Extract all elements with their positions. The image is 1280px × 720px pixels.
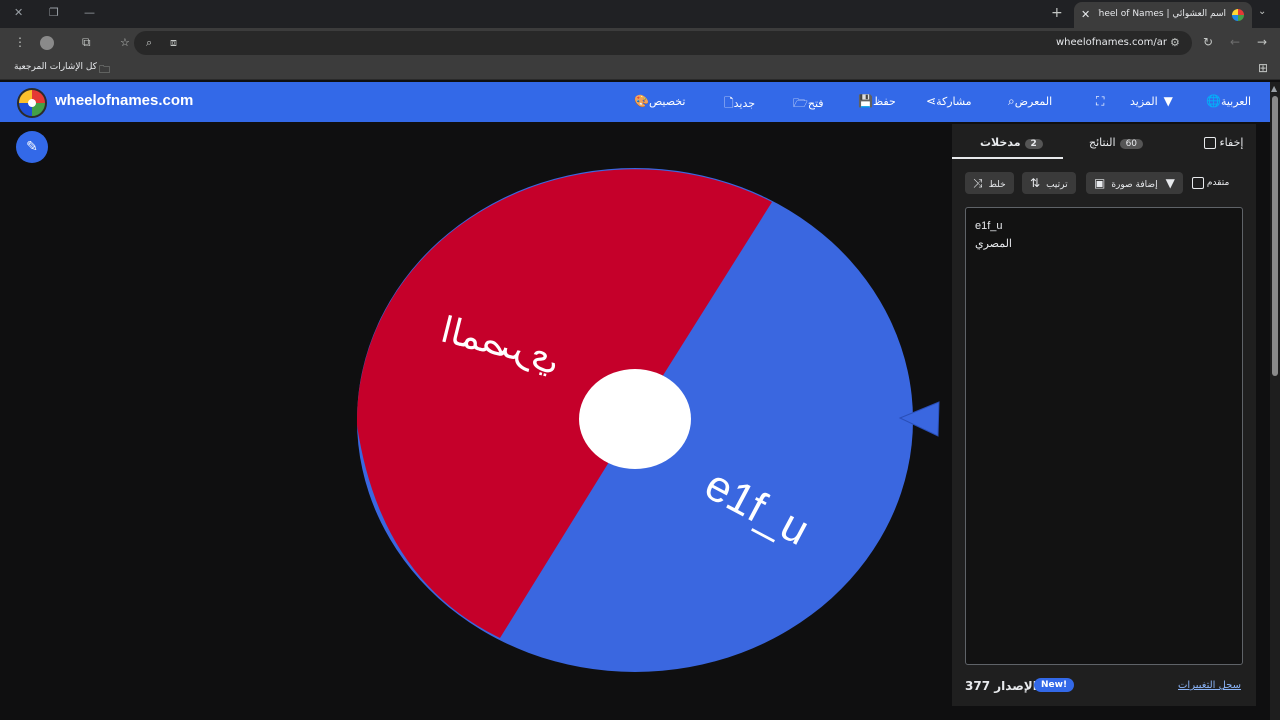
changelog-link[interactable]: سجل التغييرات xyxy=(1178,680,1241,691)
scrollbar-thumb[interactable] xyxy=(1272,96,1278,376)
palette-icon: 🎨 xyxy=(634,94,649,108)
nav-gallery-label: المعرض xyxy=(1014,95,1053,108)
bookmark-star-icon[interactable]: ☆ xyxy=(120,36,130,49)
entries-panel: مدخلات 2 النتائج 60 إخفاء ⤨ خلط ⇅ ترتيب ▣ إضا… xyxy=(952,124,1256,706)
version-label: الإصدار 377 xyxy=(965,679,1037,693)
wheel-hub[interactable] xyxy=(579,369,691,469)
forward-icon[interactable]: → xyxy=(1257,35,1267,49)
address-bar[interactable]: ☆ ⌕ ⧈ wheelofnames.com/ar ⚙ xyxy=(120,31,1192,55)
pencil-icon: ✎ xyxy=(26,139,38,155)
advanced-label: متقدم xyxy=(1206,178,1230,188)
reload-icon[interactable]: ↻ xyxy=(1203,35,1213,49)
site-info-icon[interactable]: ⚙ xyxy=(1170,36,1180,49)
active-tab-indicator xyxy=(952,157,1063,159)
edit-wheel-button[interactable]: ✎ xyxy=(16,131,48,163)
site-header: wheelofnames.com 🎨تخصيص 🗋جديد 🗁فتح 💾حفظ … xyxy=(0,82,1270,122)
shuffle-button[interactable]: ⤨ خلط xyxy=(965,172,1014,194)
extensions-icon[interactable]: ⧉ xyxy=(82,35,91,50)
browser-tabstrip: ✕ ❐ — + ✕ اسم العشوائي | Wheel of Names … xyxy=(0,0,1280,28)
scroll-up-icon[interactable]: ▲ xyxy=(1271,84,1277,93)
window-restore-icon[interactable]: ❐ xyxy=(49,6,59,19)
window-minimize-icon[interactable]: — xyxy=(84,6,95,19)
url-text[interactable]: wheelofnames.com/ar xyxy=(1056,37,1167,48)
tab-close-icon[interactable]: ✕ xyxy=(1081,8,1090,21)
back-icon[interactable]: ← xyxy=(1230,35,1240,49)
browser-tab[interactable]: ✕ اسم العشوائي | Wheel of Names xyxy=(1074,2,1252,28)
tab-entries[interactable]: مدخلات 2 xyxy=(980,136,1043,149)
nav-open-label: فتح xyxy=(807,97,824,110)
nav-new[interactable]: 🗋جديد xyxy=(718,94,755,115)
share-icon: ⋖ xyxy=(926,94,937,108)
apps-grid-icon[interactable]: ⊞ xyxy=(1258,61,1268,75)
document-icon: 🗋 xyxy=(724,96,734,110)
advanced-toggle[interactable]: متقدم xyxy=(1192,172,1229,194)
tab-title: اسم العشوائي | Wheel of Names xyxy=(1098,9,1226,19)
folder-icon[interactable]: 🗀 xyxy=(99,61,110,80)
favicon-icon xyxy=(1232,9,1244,21)
all-bookmarks-label[interactable]: كل الإشارات المرجعية xyxy=(14,62,97,72)
sort-icon: ⇅ xyxy=(1030,176,1041,190)
sort-button[interactable]: ⇅ ترتيب xyxy=(1022,172,1076,194)
hide-checkbox[interactable] xyxy=(1204,137,1216,149)
browser-toolbar: ⋮ ⧉ ☆ ⌕ ⧈ wheelofnames.com/ar ⚙ ↻ ← → xyxy=(0,28,1280,58)
entry-line[interactable]: e1f_u xyxy=(975,217,1233,235)
new-badge: New! xyxy=(1034,678,1075,692)
page-scrollbar[interactable]: ▲ xyxy=(1270,82,1280,720)
zoom-icon[interactable]: ⌕ xyxy=(146,36,152,50)
shuffle-label: خلط xyxy=(988,180,1006,190)
nav-new-label: جديد xyxy=(733,97,756,110)
tab-results[interactable]: النتائج 60 xyxy=(1089,136,1144,149)
nav-share[interactable]: ⋖مشاركة xyxy=(920,94,972,108)
nav-save[interactable]: 💾حفظ xyxy=(852,94,896,108)
nav-open[interactable]: 🗁فتح xyxy=(787,94,824,115)
nav-customize[interactable]: 🎨تخصيص xyxy=(628,94,685,108)
wheel-of-names[interactable] xyxy=(350,160,950,680)
results-count-badge: 60 xyxy=(1119,139,1144,149)
advanced-checkbox[interactable] xyxy=(1192,176,1204,189)
add-image-label: إضافة صورة xyxy=(1111,180,1158,190)
save-icon: 💾 xyxy=(858,94,873,108)
nav-gallery[interactable]: ⌕المعرض xyxy=(1002,94,1052,109)
nav-customize-label: تخصيص xyxy=(648,95,686,108)
panel-footer: الإصدار 377 New! سجل التغييرات xyxy=(952,676,1256,696)
search-icon: ⌕ xyxy=(1008,94,1015,108)
image-icon: ▣ xyxy=(1094,176,1106,190)
shuffle-icon: ⤨ xyxy=(973,176,983,190)
window-close-icon[interactable]: ✕ xyxy=(14,6,23,19)
nav-share-label: مشاركة xyxy=(936,95,972,108)
panel-tabs: مدخلات 2 النتائج 60 إخفاء xyxy=(952,124,1256,160)
nav-save-label: حفظ xyxy=(872,95,896,108)
bookmarks-bar: كل الإشارات المرجعية 🗀 ⊞ xyxy=(0,58,1280,80)
tab-entries-label: مدخلات xyxy=(980,136,1021,149)
entries-textarea[interactable]: e1f_u المصري xyxy=(965,207,1243,665)
fullscreen-button[interactable]: ⛶ xyxy=(1090,94,1104,109)
globe-icon: 🌐 xyxy=(1206,94,1221,108)
tab-search-icon[interactable]: ⌄ xyxy=(1258,6,1266,17)
sort-label: ترتيب xyxy=(1046,180,1068,190)
tab-results-label: النتائج xyxy=(1089,136,1116,149)
nav-language[interactable]: 🌐العربية xyxy=(1200,94,1251,108)
wheel-logo-icon[interactable] xyxy=(17,88,47,118)
caret-down-icon: ▼ xyxy=(1165,176,1175,190)
brand-name[interactable]: wheelofnames.com xyxy=(55,92,193,109)
nav-language-label: العربية xyxy=(1220,95,1252,108)
add-image-button[interactable]: ▣ إضافة صورة ▼ xyxy=(1086,172,1183,194)
hide-toggle[interactable]: إخفاء xyxy=(1204,136,1243,149)
new-tab-button[interactable]: + xyxy=(1051,5,1063,21)
profile-avatar[interactable] xyxy=(40,36,54,50)
hide-label: إخفاء xyxy=(1219,136,1244,149)
fullscreen-icon: ⛶ xyxy=(1096,94,1105,108)
nav-more[interactable]: المزيد ▼ xyxy=(1130,94,1173,108)
entries-count-badge: 2 xyxy=(1024,139,1043,149)
translate-icon[interactable]: ⧈ xyxy=(170,36,177,50)
entry-line[interactable]: المصري xyxy=(975,235,1233,253)
menu-kebab-icon[interactable]: ⋮ xyxy=(14,35,26,49)
folder-open-icon: 🗁 xyxy=(793,96,808,110)
nav-more-label: المزيد xyxy=(1130,95,1158,108)
caret-down-icon: ▼ xyxy=(1163,94,1173,108)
